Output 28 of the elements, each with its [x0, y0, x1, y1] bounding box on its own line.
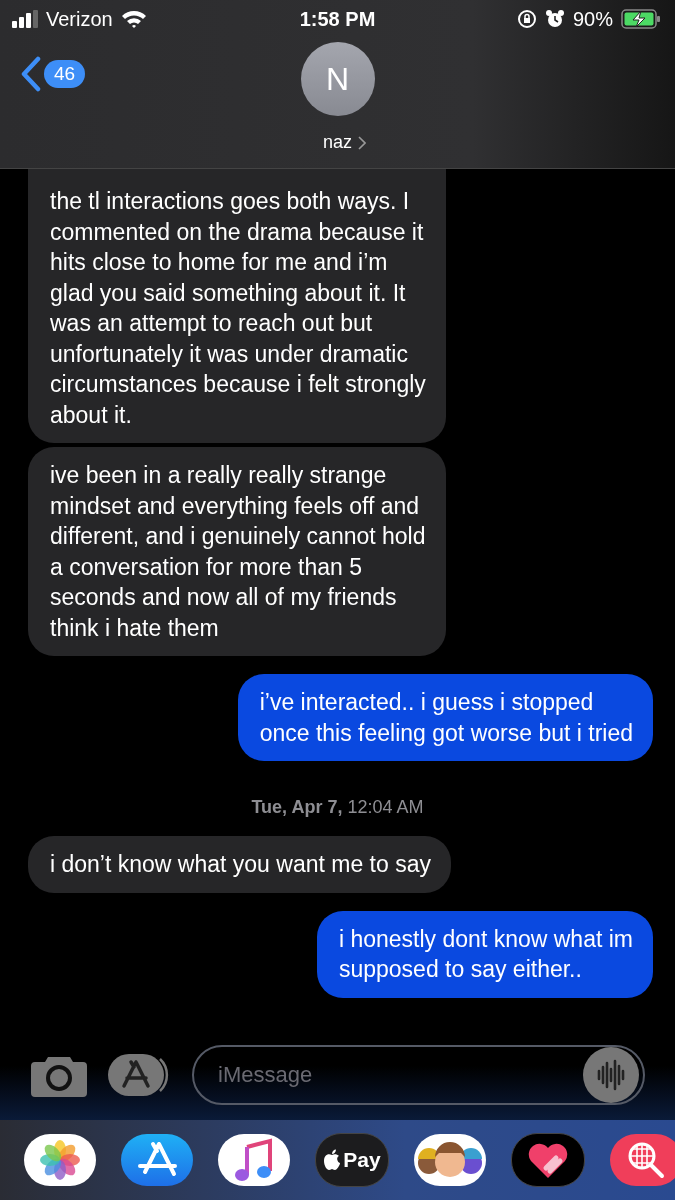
- sent-message: i’ve interacted.. i guess i stopped once this feeling got worse but i tried: [237, 674, 653, 761]
- received-message: ive been in a really really strange mindset and everything feels off and different, and i genuinely cannot hold a conversation for more than 5 seconds and now all of my friends think i hate them: [28, 447, 446, 656]
- sent-message: i honestly dont know what im supposed to say either..: [316, 910, 653, 998]
- audio-wave-icon[interactable]: [583, 1047, 639, 1103]
- battery-percent: 90%: [572, 7, 613, 31]
- back-button[interactable]: 46: [20, 56, 86, 92]
- heart-app-icon[interactable]: [511, 1133, 585, 1187]
- received-message: i don’t know what you want me to say: [28, 836, 451, 893]
- clock-time: 1:58 PM: [299, 7, 376, 31]
- music-note-icon[interactable]: [218, 1134, 290, 1186]
- rotation-lock-icon: [516, 9, 537, 29]
- alarm-icon: [544, 9, 565, 29]
- avatar-stickers-icon[interactable]: [414, 1134, 486, 1186]
- back-chevron-icon[interactable]: [20, 56, 42, 92]
- photos-app-icon[interactable]: [24, 1134, 96, 1186]
- pay-app-button[interactable]: Pay: [315, 1133, 389, 1187]
- battery-charging-icon: [621, 9, 661, 29]
- signal-icon: [12, 10, 38, 28]
- app-store-app-icon[interactable]: [121, 1134, 193, 1186]
- contact-avatar[interactable]: N: [300, 42, 375, 116]
- message-input[interactable]: iMessage: [192, 1045, 645, 1105]
- contact-name[interactable]: naz: [323, 132, 352, 153]
- carrier-name: Verizon: [46, 7, 113, 31]
- chevron-right-icon: [358, 135, 366, 150]
- wifi-icon: [120, 9, 147, 29]
- apple-logo-icon: [323, 1149, 342, 1171]
- timestamp: Tue, Apr 7, 12:04 AM: [251, 797, 424, 818]
- web-search-icon[interactable]: [610, 1134, 675, 1186]
